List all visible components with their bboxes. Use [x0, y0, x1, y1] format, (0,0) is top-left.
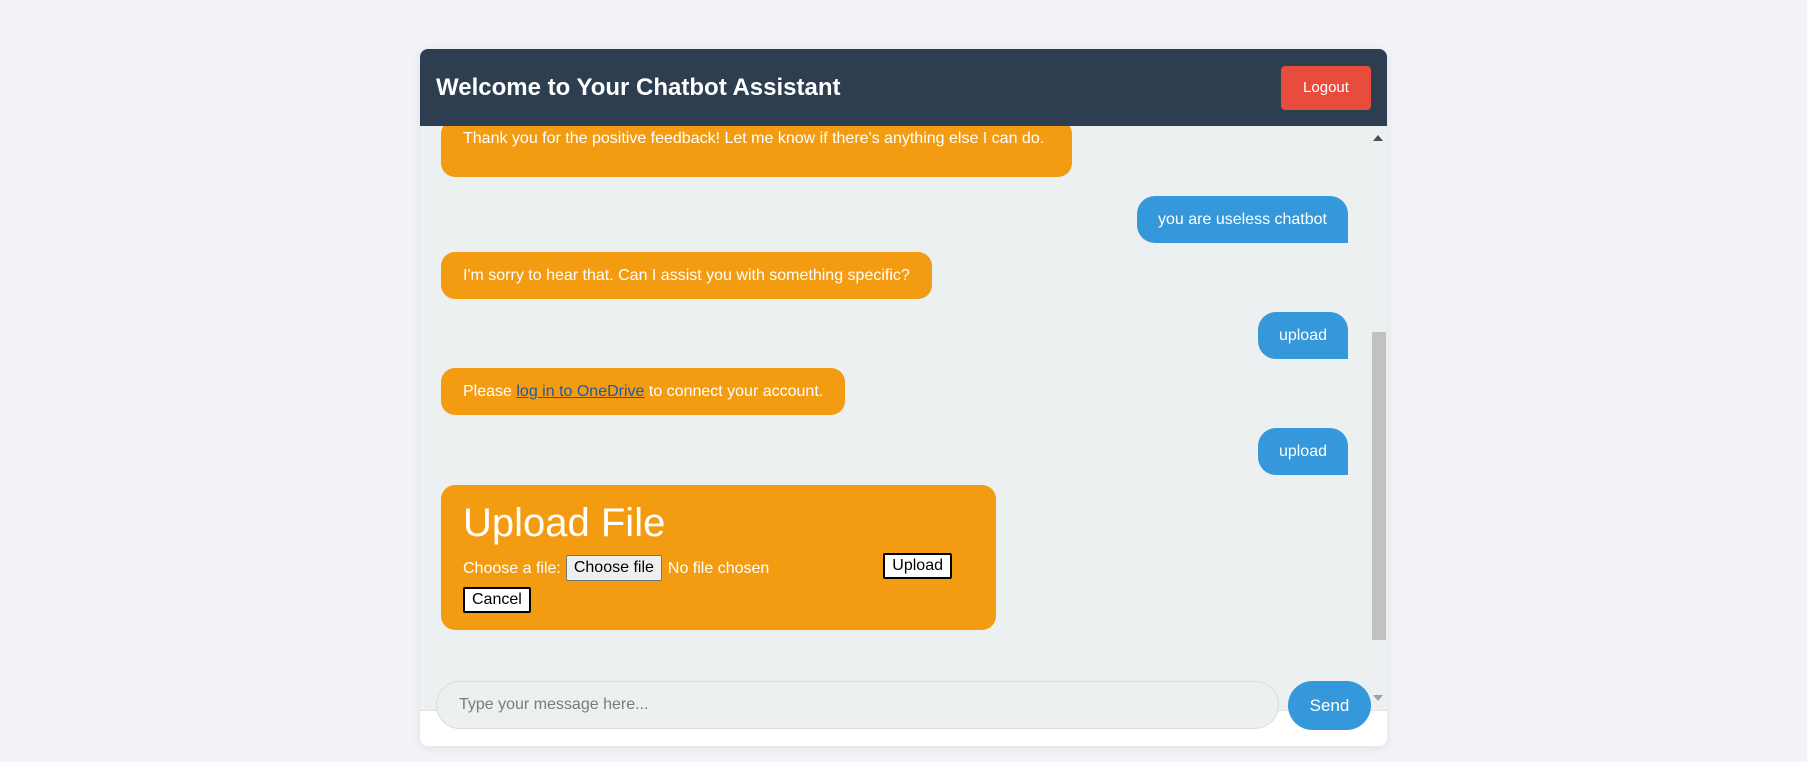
user-message: upload	[1257, 428, 1348, 475]
header: Welcome to Your Chatbot Assistant Logout	[420, 49, 1387, 126]
upload-file-card: Upload File Choose a file: Choose file N…	[441, 485, 996, 630]
message-text: I'm sorry to hear that. Can I assist you…	[463, 267, 910, 284]
bot-message: Please log in to OneDrive to connect you…	[441, 368, 846, 415]
bot-message: I'm sorry to hear that. Can I assist you…	[441, 252, 932, 299]
message-text-before: Please	[463, 383, 517, 400]
chat-app: Welcome to Your Chatbot Assistant Logout…	[420, 49, 1387, 746]
message-list: Thank you for the positive feedback! Let…	[420, 126, 1369, 710]
message-input[interactable]	[436, 681, 1279, 729]
no-file-status: No file chosen	[667, 559, 770, 577]
scrollbar-thumb[interactable]	[1372, 332, 1386, 640]
message-text: Thank you for the positive feedback! Let…	[463, 130, 1045, 147]
message-text-after: to connect your account.	[644, 383, 824, 400]
send-button[interactable]: Send	[1288, 681, 1371, 730]
message-text: upload	[1278, 443, 1327, 460]
message-text: upload	[1278, 327, 1327, 344]
user-message: you are useless chatbot	[1137, 196, 1348, 243]
page-title: Welcome to Your Chatbot Assistant	[436, 73, 841, 101]
scroll-up-arrow-icon[interactable]	[1373, 135, 1383, 141]
logout-button[interactable]: Logout	[1281, 65, 1371, 110]
scroll-down-arrow-icon[interactable]	[1373, 695, 1383, 701]
message-text: you are useless chatbot	[1158, 211, 1327, 228]
bot-message: Thank you for the positive feedback! Let…	[441, 126, 1072, 177]
file-chooser-row: Choose a file: Choose file No file chose…	[463, 553, 974, 583]
upload-title: Upload File	[463, 501, 666, 545]
onedrive-login-link[interactable]: log in to OneDrive	[516, 383, 644, 400]
user-message: upload	[1257, 312, 1348, 359]
choose-file-label: Choose a file:	[463, 559, 561, 577]
cancel-button[interactable]: Cancel	[463, 587, 531, 613]
choose-file-button[interactable]: Choose file	[565, 555, 662, 581]
cancel-row: Cancel	[463, 585, 974, 615]
upload-button[interactable]: Upload	[883, 553, 952, 579]
chat-window[interactable]: Thank you for the positive feedback! Let…	[420, 126, 1387, 711]
chat-scrollbar[interactable]	[1369, 126, 1387, 710]
